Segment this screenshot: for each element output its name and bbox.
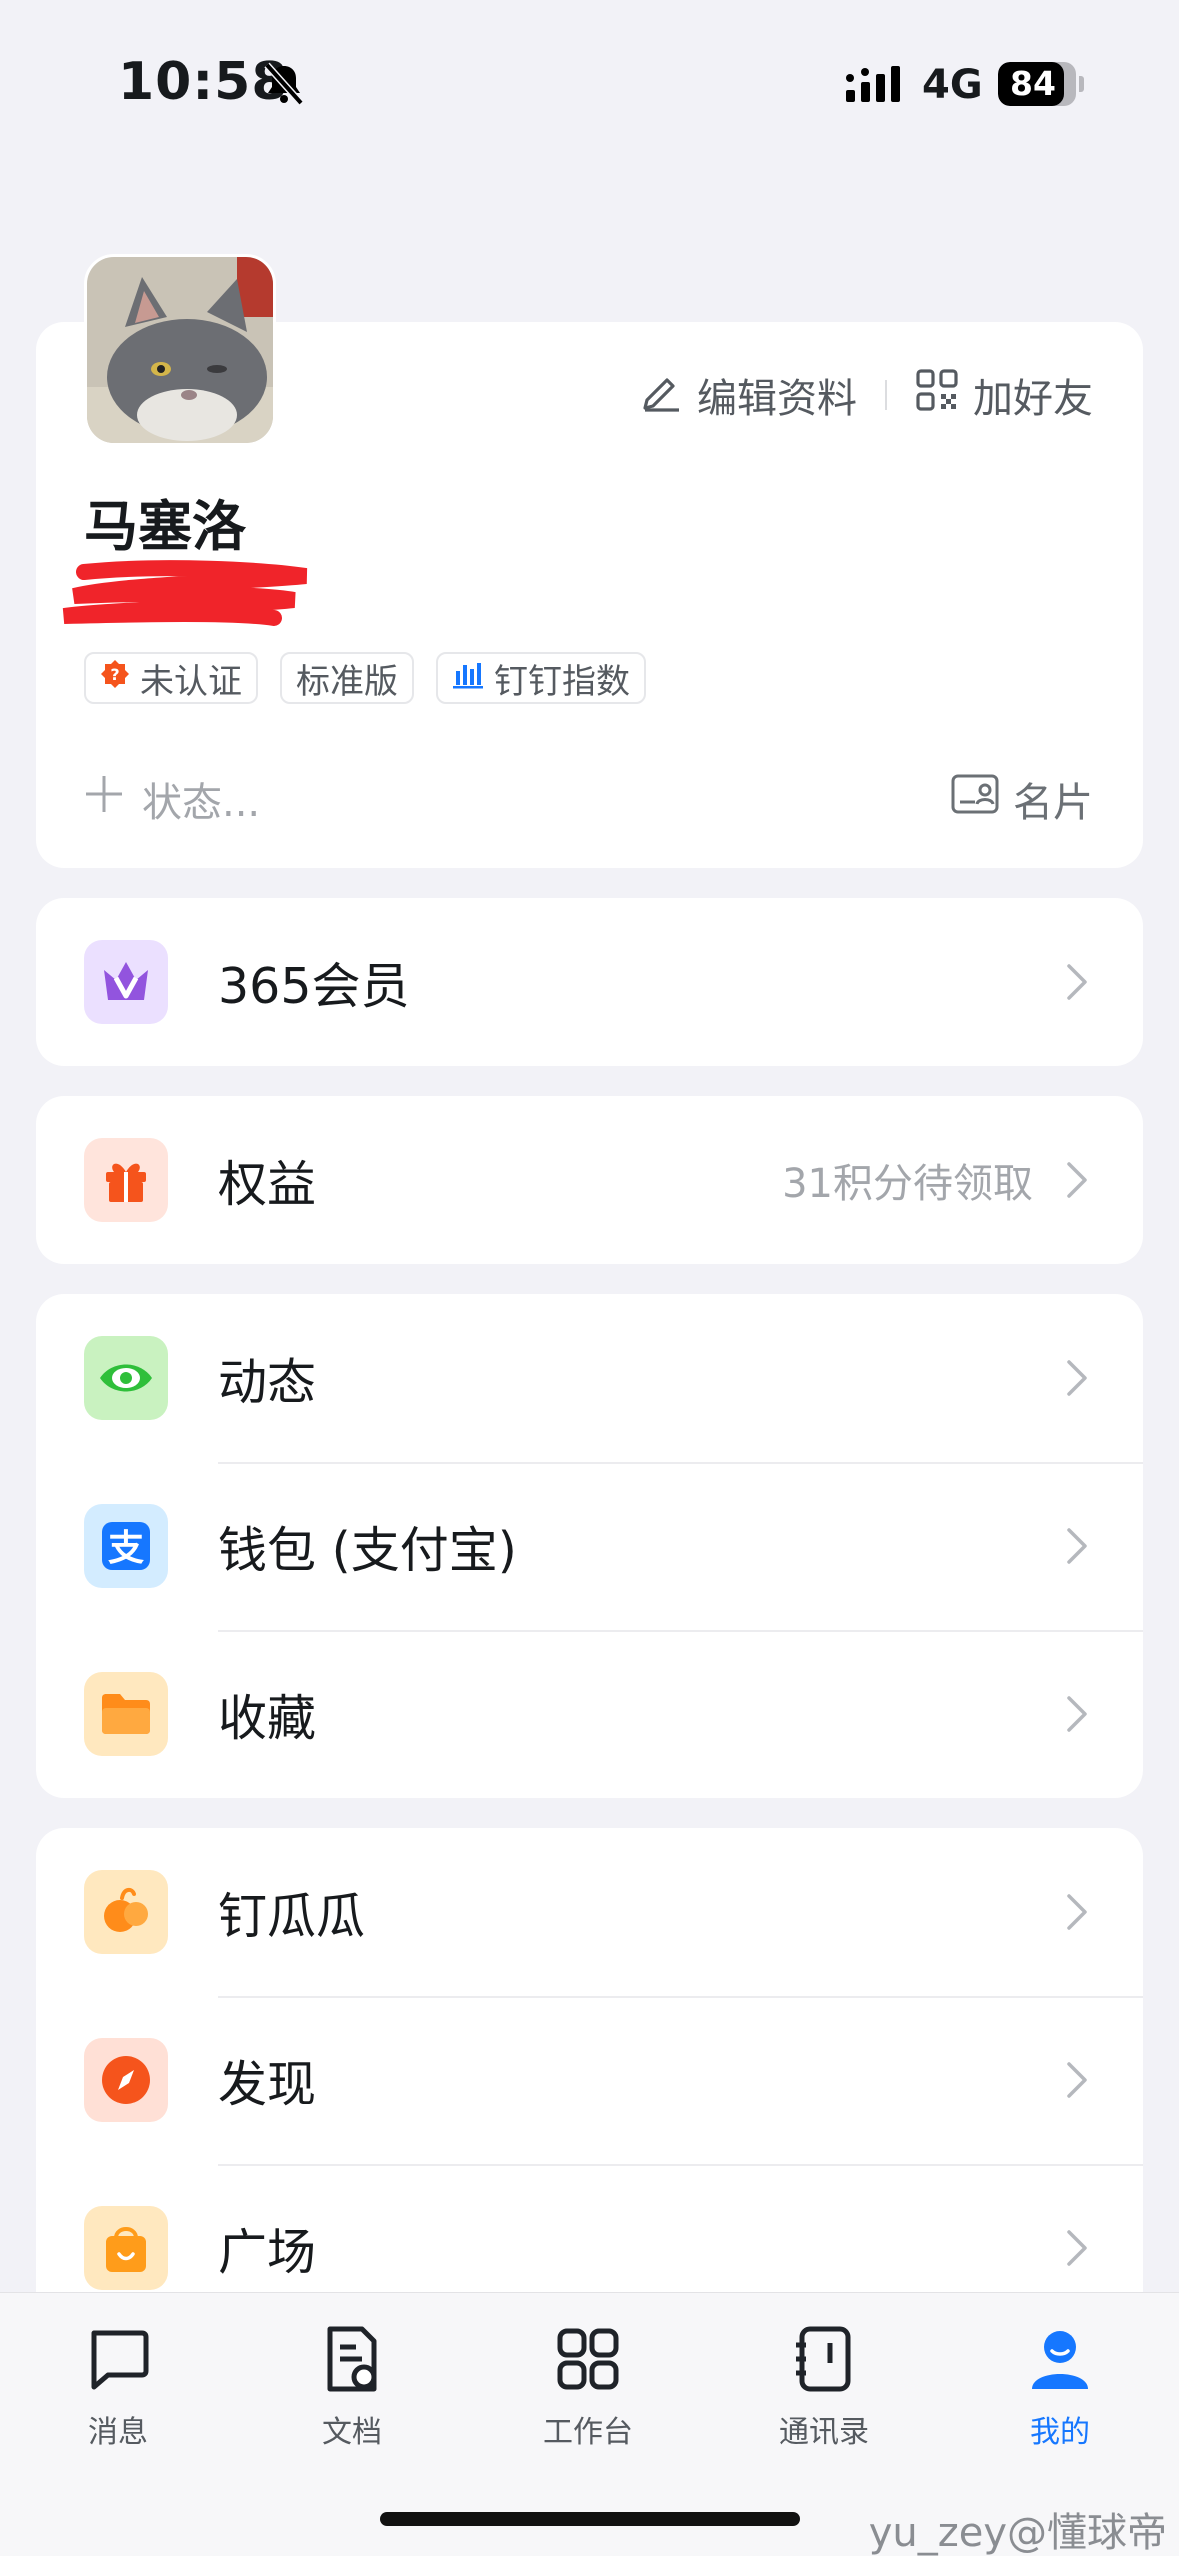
chevron-right-icon	[1065, 2228, 1089, 2272]
row-benefits[interactable]: 权益 31积分待领取	[36, 1096, 1143, 1264]
compass-icon	[84, 2038, 168, 2122]
row-discover[interactable]: 发现	[36, 1996, 1143, 2164]
cat-photo-image	[87, 257, 273, 443]
address-book-icon	[796, 2326, 851, 2392]
set-status-button[interactable]: 状态...	[84, 770, 260, 828]
dingtalk-index-tag[interactable]: 钉钉指数	[436, 652, 646, 704]
document-icon	[327, 2326, 377, 2392]
row-label: 广场	[218, 2223, 317, 2281]
member-card: 365会员	[36, 898, 1143, 1066]
chevron-right-icon	[1065, 1358, 1089, 1402]
tab-label: 我的	[1030, 2415, 1090, 2450]
standard-edition-tag[interactable]: 标准版	[280, 652, 414, 704]
unverified-badge-icon: ?	[100, 658, 130, 698]
dingtalk-index-label: 钉钉指数	[494, 661, 630, 702]
unverified-tag[interactable]: ? 未认证	[84, 652, 258, 704]
row-label: 钉瓜瓜	[218, 1887, 366, 1945]
tab-workbench[interactable]: 工作台	[508, 2323, 668, 2451]
network-type: 4G	[922, 62, 983, 108]
benefits-card: 权益 31积分待领取	[36, 1096, 1143, 1264]
redaction-scribble	[44, 560, 334, 634]
row-dinggua[interactable]: 钉瓜瓜	[36, 1828, 1143, 1996]
silent-bell-icon	[262, 62, 306, 110]
row-moments[interactable]: 动态	[36, 1294, 1143, 1462]
chevron-right-icon	[1065, 2060, 1089, 2104]
crown-icon	[84, 940, 168, 1024]
row-label: 动态	[218, 1353, 317, 1411]
tab-label: 文档	[322, 2415, 382, 2450]
row-label: 收藏	[218, 1689, 317, 1747]
tab-label: 通讯录	[779, 2415, 869, 2450]
plus-icon	[84, 774, 124, 824]
gift-icon	[84, 1138, 168, 1222]
chevron-right-icon	[1065, 1160, 1089, 1204]
row-365-member[interactable]: 365会员	[36, 898, 1143, 1066]
row-wallet[interactable]: 支 钱包 (支付宝)	[36, 1462, 1143, 1630]
row-label: 发现	[218, 2055, 317, 2113]
pencil-icon	[639, 368, 683, 422]
cellular-signal-icon	[844, 64, 908, 108]
grid-icon	[557, 2328, 619, 2390]
add-friend-label: 加好友	[973, 376, 1093, 422]
chevron-right-icon	[1065, 962, 1089, 1006]
unverified-label: 未认证	[140, 661, 242, 702]
tab-me[interactable]: 我的	[980, 2323, 1140, 2451]
alipay-icon: 支	[84, 1504, 168, 1588]
qr-code-icon	[915, 368, 959, 422]
tab-docs[interactable]: 文档	[272, 2323, 432, 2451]
points-pending-text: 31积分待领取	[782, 1161, 1033, 1207]
battery-tip	[1079, 76, 1084, 92]
chevron-right-icon	[1065, 1526, 1089, 1570]
standard-edition-label: 标准版	[296, 661, 398, 702]
profile-actions: 编辑资料 加好友	[639, 366, 1093, 424]
watermark-text: yu_zey@懂球帝	[868, 2510, 1167, 2556]
row-label: 钱包 (支付宝)	[218, 1521, 517, 1579]
edit-profile-button[interactable]: 编辑资料	[639, 366, 857, 424]
add-friend-button[interactable]: 加好友	[915, 366, 1093, 424]
business-card-label: 名片	[1013, 780, 1093, 826]
profile-tags: ? 未认证 标准版 钉钉指数	[84, 652, 646, 704]
eye-icon	[84, 1336, 168, 1420]
row-favorites[interactable]: 收藏	[36, 1630, 1143, 1798]
chevron-right-icon	[1065, 1892, 1089, 1936]
battery-percent: 84	[1010, 64, 1056, 103]
avatar[interactable]	[84, 254, 276, 446]
shopping-bag-icon	[84, 2206, 168, 2290]
status-placeholder: 状态...	[142, 780, 261, 826]
row-label: 365会员	[218, 957, 410, 1015]
tab-label: 工作台	[543, 2415, 633, 2450]
business-card-icon	[951, 774, 999, 824]
row-label: 权益	[218, 1155, 317, 1213]
person-icon	[1032, 2331, 1088, 2389]
tab-messages[interactable]: 消息	[38, 2323, 198, 2451]
business-card-button[interactable]: 名片	[951, 770, 1093, 828]
dinggua-icon	[84, 1870, 168, 1954]
folder-icon	[84, 1672, 168, 1756]
profile-name: 马塞洛	[84, 495, 246, 558]
tab-contacts[interactable]: 通讯录	[744, 2323, 904, 2451]
battery-icon: 84	[998, 62, 1076, 106]
chevron-right-icon	[1065, 1694, 1089, 1738]
status-bar: 10:58 4G 84	[0, 0, 1179, 160]
svg-text:?: ?	[110, 665, 119, 684]
services-card: 动态 支 钱包 (支付宝) 收藏	[36, 1294, 1143, 1798]
home-indicator[interactable]	[380, 2512, 800, 2526]
bar-chart-icon	[452, 658, 484, 698]
edit-profile-label: 编辑资料	[697, 376, 857, 422]
action-separator	[885, 380, 887, 410]
chat-bubble-icon	[91, 2330, 149, 2390]
svg-text:支: 支	[108, 1528, 144, 1569]
tab-label: 消息	[88, 2415, 148, 2450]
